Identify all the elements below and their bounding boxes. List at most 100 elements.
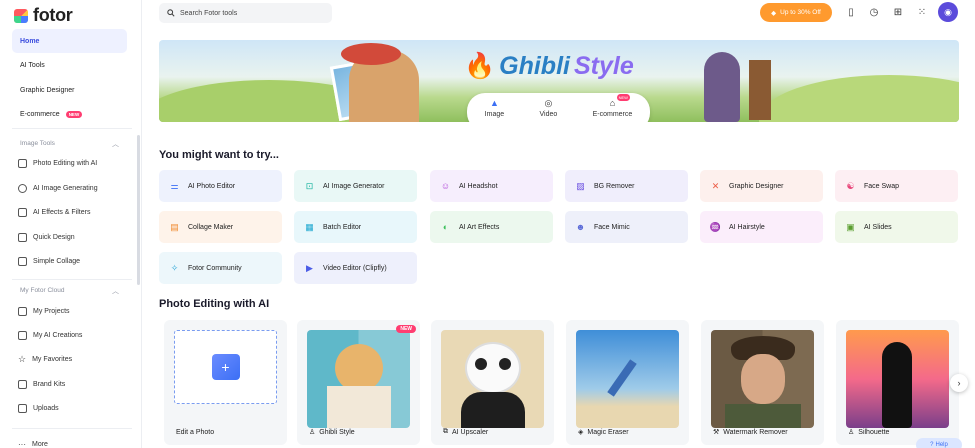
tool-card-ai-slides[interactable]: ▣ AI Slides <box>835 211 958 243</box>
tool-card-ai-image-generator[interactable]: ⊡ AI Image Generator <box>294 170 417 202</box>
tab-label: Video <box>539 111 558 118</box>
tab-image[interactable]: ▲ Image <box>485 98 504 122</box>
sidebar-item-simple-collage[interactable]: Simple Collage <box>18 252 80 270</box>
sidebar-item-my-projects[interactable]: My Projects <box>18 302 70 320</box>
carousel-next-button[interactable]: › <box>950 374 968 392</box>
beach-thumbnail <box>576 330 679 428</box>
gift-icon[interactable]: ⊞ <box>892 6 904 18</box>
sidebar-item-graphic-designer[interactable]: Graphic Designer <box>12 78 127 102</box>
chevron-up-icon[interactable]: ︿ <box>112 286 119 296</box>
sidebar-item-label: Brand Kits <box>33 380 66 388</box>
help-button[interactable]: ? Help <box>916 438 962 448</box>
ai-creations-icon <box>18 330 27 340</box>
slides-icon: ▣ <box>846 221 855 232</box>
photo-card-ghibli[interactable]: NEW ♙ Ghibli Style <box>297 320 420 445</box>
sidebar-item-my-favorites[interactable]: ☆ My Favorites <box>18 350 72 368</box>
tool-card-label: Face Swap <box>864 182 900 190</box>
search-input[interactable]: Search Fotor tools <box>159 3 332 23</box>
sidebar-item-uploads[interactable]: Uploads <box>18 399 59 417</box>
batch-icon: ▦ <box>305 221 314 232</box>
sidebar-item-home[interactable]: Home <box>12 29 127 53</box>
upload-icon <box>18 403 27 413</box>
banner-title-word: Ghibli <box>499 52 570 80</box>
promo-button[interactable]: ◆ Up to 30% Off <box>760 3 832 22</box>
avatar[interactable]: ◉ <box>938 2 958 22</box>
tool-card-ai-art-effects[interactable]: ◐ AI Art Effects <box>430 211 553 243</box>
tool-card-bg-remover[interactable]: ▨ BG Remover <box>565 170 688 202</box>
tool-card-ai-photo-editor[interactable]: ⚌ AI Photo Editor <box>159 170 282 202</box>
thumb-panda-eye <box>475 358 487 370</box>
user-icon: ♙ <box>848 429 855 436</box>
hero-banner[interactable]: 🔥 Ghibli Style ▲ Image ◎ Video ⌂ NEW E-c… <box>159 40 959 122</box>
fotor-logo[interactable]: fotor <box>14 5 73 26</box>
ghibli-thumbnail <box>307 330 410 428</box>
star-icon: ☆ <box>18 353 27 364</box>
apps-grid-icon[interactable]: ⁙ <box>916 6 928 18</box>
brand-icon <box>18 379 27 389</box>
help-label: Help <box>935 442 948 448</box>
portrait-thumbnail <box>711 330 814 428</box>
history-icon[interactable]: ◷ <box>868 6 880 18</box>
tool-card-label: AI Hairstyle <box>729 223 765 231</box>
tool-card-ai-hairstyle[interactable]: ♒ AI Hairstyle <box>700 211 823 243</box>
sidebar-item-quick-design[interactable]: Quick Design <box>18 228 75 246</box>
photo-card-watermark-remover[interactable]: ⚒ Watermark Remover <box>701 320 824 445</box>
banner-tabs: ▲ Image ◎ Video ⌂ NEW E-commerce <box>467 93 650 122</box>
tool-card-collage-maker[interactable]: ▤ Collage Maker <box>159 211 282 243</box>
photo-card-label: ⧉ AI Upscaler <box>443 428 488 436</box>
silhouette-thumbnail <box>846 330 949 428</box>
chevron-up-icon[interactable]: ︿ <box>112 139 119 149</box>
section-label-image-tools: Image Tools <box>20 140 55 147</box>
card-label-text: Watermark Remover <box>723 428 788 436</box>
tool-card-label: BG Remover <box>594 182 635 190</box>
sidebar-item-my-ai-creations[interactable]: My AI Creations <box>18 326 82 344</box>
sidebar-item-ai-tools[interactable]: AI Tools <box>12 53 127 77</box>
sidebar-item-label: Quick Design <box>33 233 75 241</box>
sidebar-item-photo-editing[interactable]: Photo Editing with AI <box>18 154 97 172</box>
section-title-try: You might want to try... <box>159 149 279 161</box>
sidebar-item-more[interactable]: ··· More <box>18 435 48 448</box>
tool-card-batch-editor[interactable]: ▦ Batch Editor <box>294 211 417 243</box>
thumb-body <box>725 404 801 428</box>
photo-card-silhouette[interactable]: ♙ Silhouette <box>836 320 959 445</box>
sidebar-item-label: AI Image Generating <box>33 184 98 192</box>
tool-card-ai-headshot[interactable]: ☺ AI Headshot <box>430 170 553 202</box>
sparkle-icon <box>18 183 27 193</box>
tool-card-graphic-designer[interactable]: ✕ Graphic Designer <box>700 170 823 202</box>
card-label-text: Magic Eraser <box>587 428 629 436</box>
new-badge: NEW <box>396 325 416 333</box>
tab-ecommerce[interactable]: ⌂ NEW E-commerce <box>592 94 633 122</box>
tool-card-label: Graphic Designer <box>729 182 784 190</box>
sidebar-divider <box>12 279 132 280</box>
tool-card-label: Batch Editor <box>323 223 362 231</box>
sidebar-item-ecommerce[interactable]: E-commerce NEW <box>12 102 127 126</box>
tab-video[interactable]: ◎ Video <box>539 98 557 122</box>
tool-card-fotor-community[interactable]: ✧ Fotor Community <box>159 252 282 284</box>
sidebar: fotor Home AI Tools Graphic Designer E-c… <box>0 0 142 448</box>
tool-card-video-editor-clipfly[interactable]: ▶ Video Editor (Clipfly) <box>294 252 417 284</box>
design-icon <box>18 232 27 242</box>
card-label-text: Silhouette <box>858 428 890 436</box>
watermark-icon: ⚒ <box>713 429 720 436</box>
tool-card-label: Video Editor (Clipfly) <box>323 264 387 272</box>
phone-icon[interactable]: ▯ <box>845 6 857 18</box>
section-label-cloud: My Fotor Cloud <box>20 287 65 294</box>
sidebar-item-ai-image-generating[interactable]: AI Image Generating <box>18 179 98 197</box>
tool-card-face-swap[interactable]: ☯ Face Swap <box>835 170 958 202</box>
sidebar-item-ai-effects[interactable]: AI Effects & Filters <box>18 203 90 221</box>
tab-label: E-commerce <box>592 111 633 118</box>
sidebar-item-brand-kits[interactable]: Brand Kits <box>18 375 65 393</box>
magic-wand-icon <box>18 207 27 217</box>
sidebar-scrollbar[interactable] <box>137 135 140 285</box>
sidebar-divider <box>12 428 132 429</box>
banner-hat <box>341 43 401 65</box>
photo-card-magic-eraser[interactable]: ◈ Magic Eraser <box>566 320 689 445</box>
banner-title: 🔥 Ghibli Style <box>464 52 634 81</box>
sidebar-item-label: My Projects <box>33 307 70 315</box>
sidebar-item-label: More <box>32 440 48 448</box>
tool-card-face-mimic[interactable]: ☻ Face Mimic <box>565 211 688 243</box>
photo-card-upscaler[interactable]: ⧉ AI Upscaler <box>431 320 554 445</box>
card-label-text: Edit a Photo <box>176 429 215 436</box>
photo-card-edit[interactable]: + Edit a Photo <box>164 320 287 445</box>
upload-dropzone[interactable]: + <box>174 330 277 404</box>
